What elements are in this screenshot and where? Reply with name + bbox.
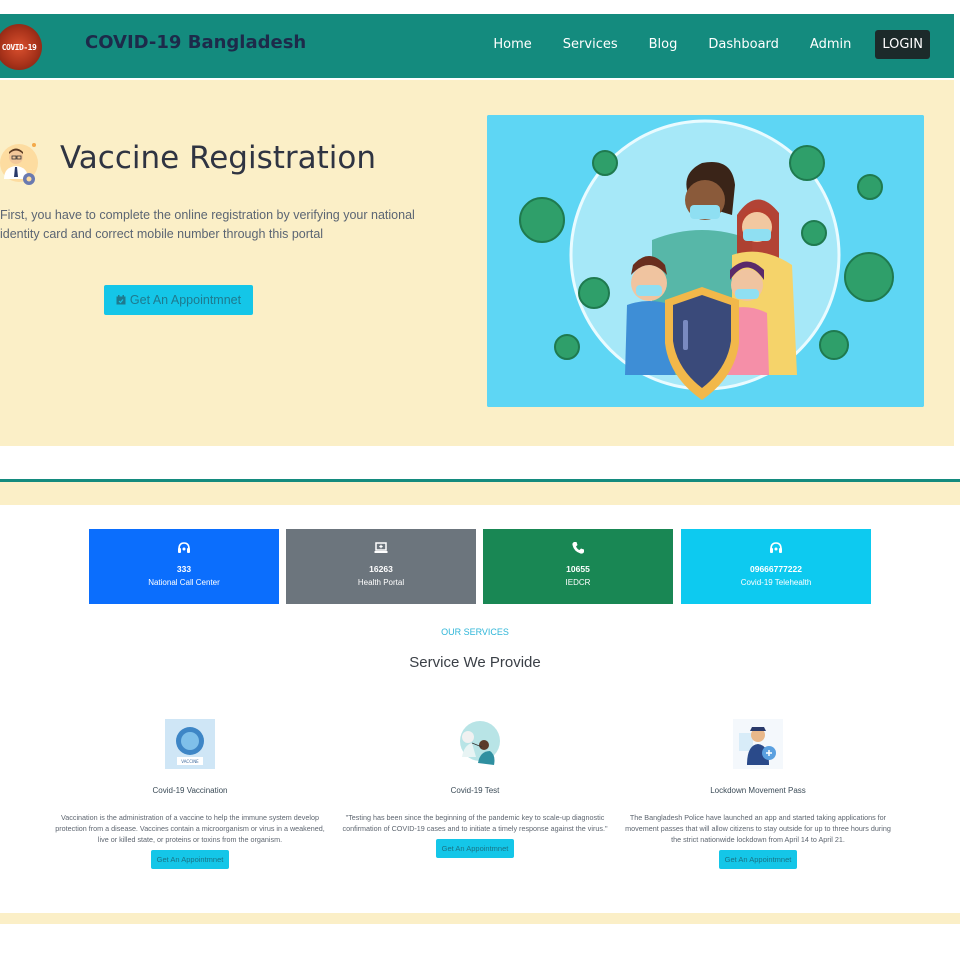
vaccine-image: VACCINE	[165, 719, 215, 769]
service-title: Lockdown Movement Pass	[710, 786, 806, 795]
service-title: Covid-19 Test	[450, 786, 500, 795]
service-appointment-button[interactable]: Get An Appointmnet	[718, 850, 798, 869]
cream-band-bottom	[0, 913, 960, 924]
service-description: Vaccination is the administration of a v…	[55, 813, 325, 844]
service-movement-pass: Lockdown Movement Pass The Bangladesh Po…	[623, 719, 893, 869]
service-vaccination: VACCINE Covid-19 Vaccination Vaccination…	[55, 719, 325, 869]
nav-blog[interactable]: Blog	[649, 37, 678, 52]
service-covid-test: Covid-19 Test "Testing has been since th…	[340, 719, 610, 858]
covid-test-image	[460, 721, 500, 765]
landing-screenshot: COVID-19 COVID-19 Bangladesh Home Servic…	[0, 14, 954, 446]
hotline-card-telehealth[interactable]: 09666777222 Covid-19 Telehealth	[681, 529, 871, 604]
service-description: "Testing has been since the beginning of…	[342, 813, 608, 833]
hotline-card-health-portal[interactable]: 16263 Health Portal	[286, 529, 476, 604]
service-appointment-button[interactable]: Get An Appointmnet	[435, 839, 515, 858]
headset-icon	[770, 542, 782, 553]
family-protection-illustration	[487, 115, 924, 407]
headset-icon	[178, 542, 190, 553]
navbar: COVID-19 COVID-19 Bangladesh Home Servic…	[0, 14, 954, 78]
laptop-medical-icon	[374, 542, 388, 553]
hotline-number: 16263	[369, 564, 393, 574]
service-description: The Bangladesh Police have launched an a…	[625, 813, 891, 844]
page: COVID-19 COVID-19 Bangladesh Home Servic…	[0, 0, 960, 960]
services-eyebrow: OUR SERVICES	[441, 627, 509, 637]
hotline-card-iedcr[interactable]: 10655 IEDCR	[483, 529, 673, 604]
service-appointment-button[interactable]: Get An Appointmnet	[150, 850, 230, 869]
cream-band-top	[0, 482, 960, 505]
hero-description: First, you have to complete the online r…	[0, 208, 415, 241]
calendar-icon	[116, 295, 126, 305]
nav-services[interactable]: Services	[563, 37, 618, 52]
hotline-label: National Call Center	[148, 578, 220, 587]
get-appointment-label: Get An Appointmnet	[129, 293, 242, 307]
nav-links: Home Services Blog Dashboard Admin LOGIN	[462, 30, 930, 59]
nav-home[interactable]: Home	[493, 37, 531, 52]
brand-title[interactable]: COVID-19 Bangladesh	[85, 32, 306, 53]
hotline-label: Covid-19 Telehealth	[740, 578, 812, 587]
hotline-number: 333	[176, 564, 192, 574]
nav-dashboard[interactable]: Dashboard	[708, 37, 779, 52]
hotline-card-national-call-center[interactable]: 333 National Call Center	[89, 529, 279, 604]
phone-icon	[572, 542, 584, 554]
police-pass-image	[733, 719, 783, 769]
get-appointment-button[interactable]: Get An Appointmnet	[104, 285, 253, 315]
hotline-number: 09666777222	[749, 564, 802, 574]
hotline-label: Health Portal	[357, 578, 405, 587]
hotline-number: 10655	[566, 564, 590, 574]
vaccine-image-text: VACCINE	[181, 759, 199, 764]
login-button[interactable]: LOGIN	[875, 30, 930, 59]
nav-admin[interactable]: Admin	[810, 37, 851, 52]
hero-title: Vaccine Registration	[60, 140, 377, 176]
doctor-avatar-icon	[0, 143, 38, 185]
covid-logo[interactable]: COVID-19	[0, 24, 42, 70]
services-title: Service We Provide	[409, 654, 541, 671]
hero-section: Vaccine Registration First, you have to …	[0, 80, 954, 446]
hotline-label: IEDCR	[565, 578, 591, 587]
services-screenshot: 333 National Call Center 16263 Health Po…	[0, 479, 960, 924]
service-title: Covid-19 Vaccination	[152, 786, 228, 795]
